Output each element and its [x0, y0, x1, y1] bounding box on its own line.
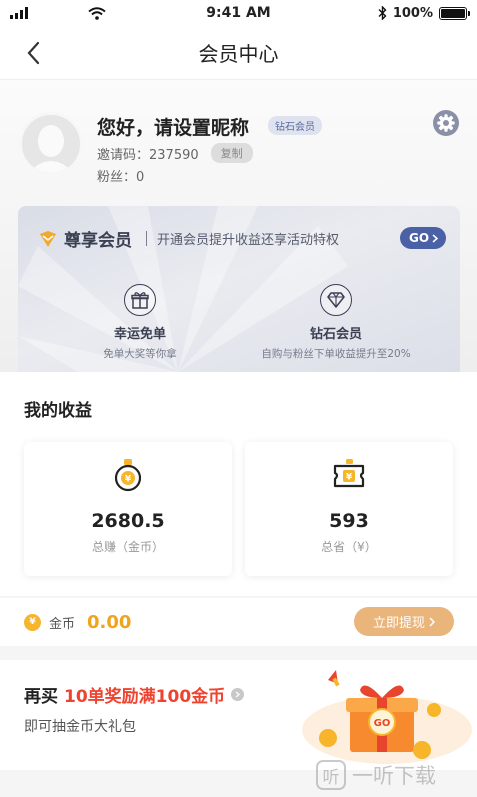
- signal-icon: [10, 7, 28, 19]
- battery-icon: [439, 6, 470, 20]
- vip-membership-card[interactable]: 尊享会员 开通会员提升收益还享活动特权 GO 幸运免单 免单大奖等你拿 钻石会员…: [18, 206, 460, 372]
- ticket-icon: ¥: [333, 459, 365, 488]
- gift-box-illustration: GO: [302, 670, 472, 764]
- nickname-greeting[interactable]: 您好，请设置昵称: [97, 113, 249, 140]
- earnings-section: 我的收益 ¥ 2680.5 总赚（金币） ¥ 593 总省（¥）: [0, 372, 477, 596]
- level-badge: 钻石会员: [268, 116, 322, 135]
- svg-text:¥: ¥: [346, 473, 353, 483]
- giftbox-label: GO: [374, 718, 391, 729]
- nav-bar: 会员中心: [0, 26, 477, 80]
- watermark-logo: 听: [316, 760, 346, 790]
- profile-header: 您好，请设置昵称 钻石会员 邀请码：237590 复制 粉丝：0 尊享会员 开通…: [0, 80, 477, 372]
- watermark-text: 一听下载: [352, 764, 436, 788]
- benefit-subtitle: 自购与粉丝下单收益提升至20%: [261, 348, 411, 360]
- coin-balance: 0.00: [87, 611, 132, 633]
- chevron-right-icon: [429, 616, 435, 627]
- earnings-value: 2680.5: [91, 510, 165, 532]
- total-earned-card[interactable]: ¥ 2680.5 总赚（金币）: [24, 442, 232, 576]
- invite-code: 237590: [149, 147, 199, 163]
- benefit-title: 钻石会员: [309, 327, 362, 342]
- promo-highlight: 10单奖励满100金币: [64, 687, 226, 707]
- chevron-left-icon: [27, 41, 40, 65]
- screen: 9:41 AM 100% 会员中心 您好，请设置昵称 钻石会员 邀请码：2375…: [0, 0, 477, 797]
- bluetooth-icon: [378, 6, 387, 20]
- fans-count: 粉丝：0: [97, 170, 145, 185]
- battery-percent: 100%: [392, 5, 433, 21]
- crown-badge-icon: [40, 230, 56, 247]
- svg-text:¥: ¥: [125, 475, 132, 485]
- invite-code-label: 邀请码：237590: [97, 147, 199, 163]
- chevron-right-icon: [231, 688, 245, 701]
- coin-label: 金币: [49, 616, 76, 632]
- savings-label: 总省（¥）: [321, 540, 377, 554]
- promo-banner[interactable]: 再买 10单奖励满100金币 即可抽金币大礼包 GO: [0, 660, 477, 770]
- diamond-icon: [320, 284, 352, 316]
- benefit-lucky-free-order[interactable]: 幸运免单 免单大奖等你拿: [40, 284, 240, 361]
- coin-bag-icon: ¥: [114, 459, 142, 492]
- chevron-right-icon: [432, 233, 439, 243]
- promo-title: 再买 10单奖励满100金币: [24, 682, 245, 707]
- benefit-subtitle: 免单大奖等你拿: [103, 348, 177, 360]
- benefit-diamond-member[interactable]: 钻石会员 自购与粉丝下单收益提升至20%: [236, 284, 436, 361]
- earnings-label: 总赚（金币）: [91, 540, 164, 554]
- vip-go-button[interactable]: GO: [400, 227, 447, 249]
- vip-card-description: 开通会员提升收益还享活动特权: [157, 233, 340, 248]
- watermark: 听 一听下载: [316, 760, 436, 790]
- vip-card-title: 尊享会员: [64, 231, 132, 251]
- invite-row: 邀请码：237590 复制: [97, 143, 253, 163]
- benefit-title: 幸运免单: [113, 327, 166, 342]
- back-button[interactable]: [18, 38, 48, 68]
- savings-value: 593: [329, 510, 369, 532]
- default-avatar-icon: [22, 115, 80, 173]
- copy-button[interactable]: 复制: [210, 143, 253, 163]
- divider: [146, 231, 147, 246]
- vip-card-header: 尊享会员 开通会员提升收益还享活动特权: [38, 226, 339, 251]
- gift-icon: [124, 284, 156, 316]
- promo-subtitle: 即可抽金币大礼包: [24, 719, 136, 735]
- wifi-icon: [88, 6, 106, 20]
- promo-prefix: 再买: [24, 687, 58, 707]
- coin-icon: ¥: [24, 613, 41, 631]
- status-bar: 9:41 AM 100%: [0, 0, 477, 26]
- page-title: 会员中心: [198, 42, 279, 66]
- gear-icon[interactable]: [432, 109, 460, 137]
- withdraw-button[interactable]: 立即提现: [354, 607, 454, 636]
- coin-balance-row: ¥ 金币 0.00 立即提现: [0, 598, 477, 646]
- total-saved-card[interactable]: ¥ 593 总省（¥）: [245, 442, 453, 576]
- avatar[interactable]: [19, 112, 83, 176]
- section-title: 我的收益: [24, 401, 92, 421]
